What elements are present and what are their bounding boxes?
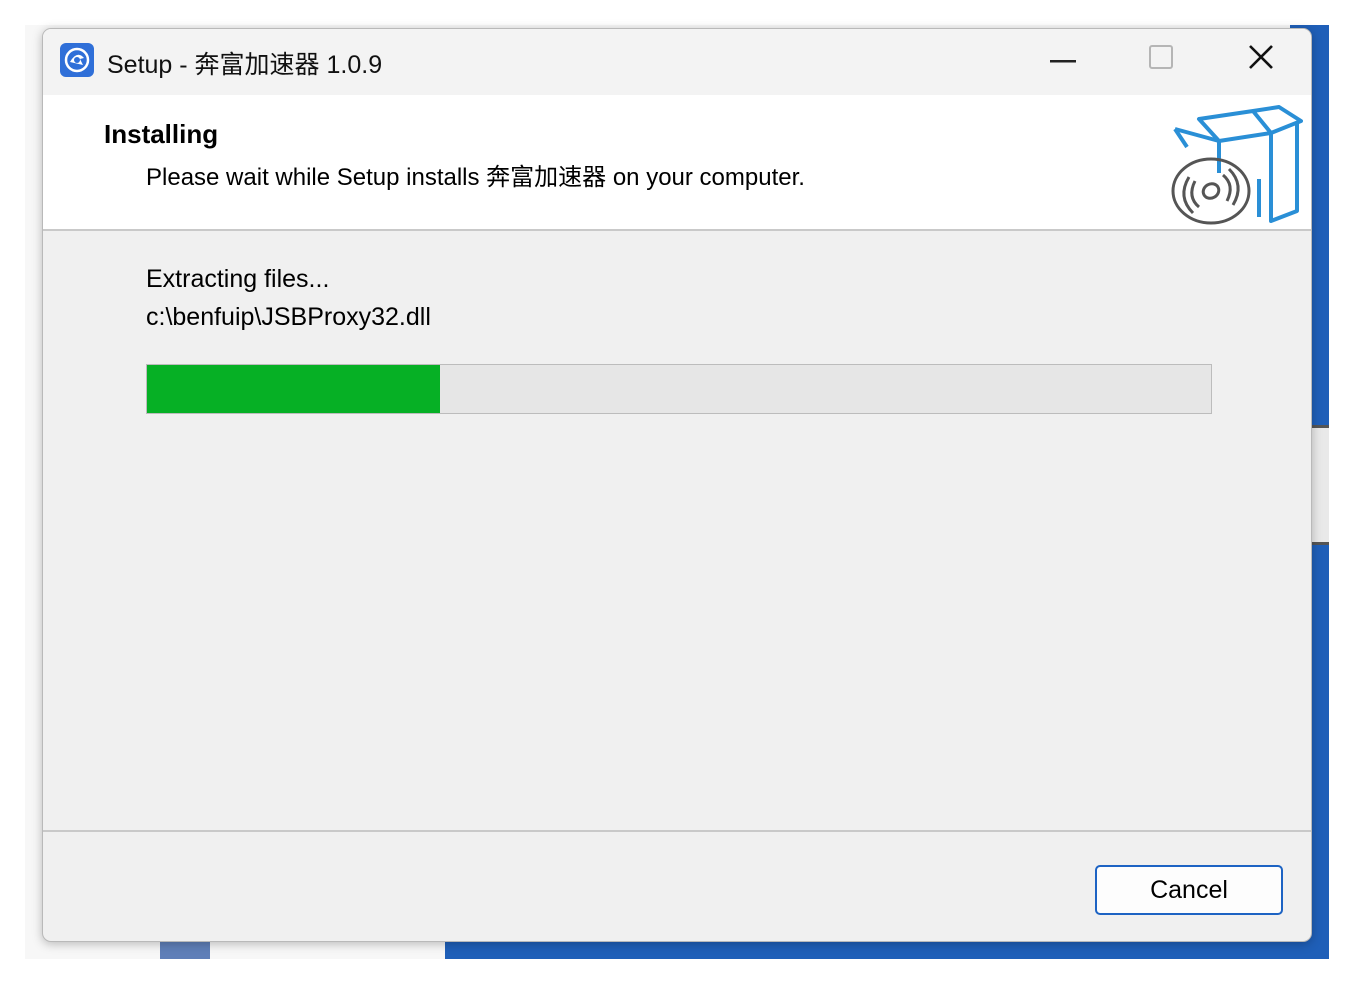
status-text: Extracting files... [146,265,330,293]
progress-bar [146,364,1212,414]
wizard-body: Extracting files... c:\benfuip\JSBProxy3… [43,231,1311,831]
page-subtitle: Please wait while Setup installs 奔富加速器 o… [146,164,805,191]
close-button[interactable] [1215,29,1307,89]
app-icon[interactable] [59,42,95,78]
current-file-path: c:\benfuip\JSBProxy32.dll [146,303,431,331]
maximize-button[interactable] [1115,29,1207,89]
window-title: Setup - 奔富加速器 1.0.9 [107,51,383,79]
minimize-button[interactable] [1017,29,1109,89]
cancel-button[interactable]: Cancel [1095,865,1283,915]
title-bar[interactable]: Setup - 奔富加速器 1.0.9 [43,29,1311,95]
minimize-icon [1050,50,1076,68]
progress-fill [147,365,440,413]
close-icon [1248,44,1274,75]
footer-divider [43,830,1311,832]
wizard-header: Installing Please wait while Setup insta… [43,95,1311,231]
install-box-disc-icon [1163,101,1303,225]
setup-window: Setup - 奔富加速器 1.0.9 Installing Please wa… [42,28,1312,942]
maximize-icon [1149,44,1173,74]
page-title: Installing [104,119,219,149]
